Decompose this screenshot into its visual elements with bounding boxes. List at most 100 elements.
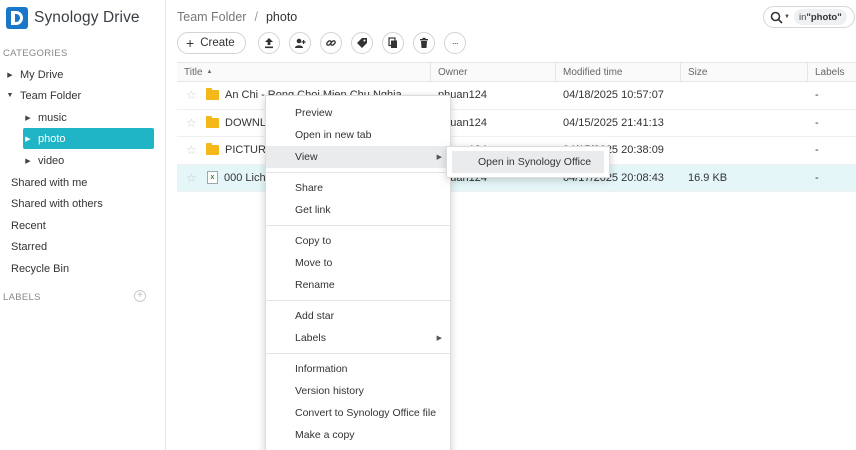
menu-item-convert-office[interactable]: Convert to Synology Office file — [266, 402, 450, 424]
caret-right-icon[interactable]: ▶ — [23, 114, 33, 122]
menu-item-view[interactable]: View ▶ — [266, 146, 450, 168]
menu-item-add-star[interactable]: Add star — [266, 305, 450, 327]
sidebar-item-label: Starred — [11, 240, 48, 253]
menu-item-move-to[interactable]: Move to — [266, 252, 450, 274]
sidebar-item-team-folder[interactable]: ▼ Team Folder — [5, 85, 155, 106]
sidebar-item-music[interactable]: ▶ music — [23, 107, 153, 128]
create-button[interactable]: + Create — [177, 32, 246, 54]
menu-divider — [266, 300, 450, 301]
menu-item-version-history[interactable]: Version history — [266, 380, 450, 402]
search-scope-prefix: in — [798, 11, 807, 23]
caret-right-icon[interactable]: ▶ — [5, 71, 15, 79]
menu-item-label: Labels — [295, 332, 326, 344]
link-button[interactable] — [319, 32, 342, 54]
folder-icon — [206, 88, 219, 101]
file-size — [681, 137, 808, 164]
sidebar-item-label: Shared with me — [11, 176, 88, 189]
menu-divider — [266, 172, 450, 173]
menu-item-get-link[interactable]: Get link — [266, 199, 450, 221]
context-menu: Preview Open in new tab View ▶ Share Get… — [265, 95, 451, 450]
file-modified: 04/18/2025 10:57:07 — [563, 89, 664, 102]
sidebar-item-label: Recent — [11, 219, 46, 232]
caret-down-icon[interactable]: ▼ — [5, 92, 15, 99]
breadcrumb-separator: / — [254, 10, 258, 24]
star-icon[interactable]: ☆ — [186, 143, 198, 157]
app-logo[interactable]: Synology Drive — [6, 6, 140, 30]
upload-button[interactable] — [257, 32, 280, 54]
more-button[interactable]: ··· — [443, 32, 466, 54]
add-user-icon — [294, 38, 306, 48]
categories-heading: CATEGORIES — [3, 48, 68, 59]
column-size[interactable]: Size — [681, 63, 808, 81]
menu-item-make-copy[interactable]: Make a copy — [266, 424, 450, 446]
copy-icon — [388, 37, 397, 48]
add-label-icon[interactable]: + — [134, 290, 146, 302]
sidebar-item-recent[interactable]: Recent — [11, 215, 151, 236]
file-labels: - — [815, 116, 819, 129]
sidebar-item-video[interactable]: ▶ video — [23, 150, 153, 171]
file-labels: - — [815, 171, 819, 184]
menu-item-label: View — [295, 151, 318, 163]
menu-item-rename[interactable]: Rename — [266, 274, 450, 296]
caret-right-icon[interactable]: ▶ — [23, 135, 33, 143]
search-dropdown-caret-icon[interactable]: ▼ — [784, 14, 790, 20]
file-size: 16.9 KB — [688, 171, 728, 184]
copy-button[interactable] — [381, 32, 404, 54]
caret-right-icon[interactable]: ▶ — [23, 157, 33, 165]
menu-item-share[interactable]: Share — [266, 177, 450, 199]
search-scope-value: "photo" — [806, 11, 842, 23]
menu-divider — [266, 353, 450, 354]
app-name: Synology Drive — [34, 9, 140, 26]
star-icon[interactable]: ☆ — [186, 171, 198, 185]
breadcrumb-team-folder[interactable]: Team Folder — [177, 10, 246, 24]
menu-item-open-new-tab[interactable]: Open in new tab — [266, 124, 450, 146]
sidebar-item-shared-with-others[interactable]: Shared with others — [11, 193, 151, 214]
column-labels[interactable]: Labels — [808, 63, 856, 81]
file-size — [681, 82, 808, 109]
sidebar-item-label: Shared with others — [11, 197, 103, 210]
folder-icon — [206, 115, 219, 128]
file-modified: 04/15/2025 21:41:13 — [563, 116, 664, 129]
submenu-arrow-icon: ▶ — [436, 154, 442, 161]
sidebar-item-starred[interactable]: Starred — [11, 236, 151, 257]
link-icon — [325, 40, 336, 46]
sidebar-item-label: photo — [38, 132, 66, 145]
create-button-label: Create — [200, 37, 235, 49]
column-modified-time[interactable]: Modified time — [556, 63, 681, 81]
sidebar-item-label: My Drive — [20, 68, 64, 81]
sidebar-item-label: Recycle Bin — [11, 262, 70, 275]
search-box[interactable]: ▼ in "photo" — [763, 6, 855, 28]
sort-ascending-icon: ▲ — [206, 69, 213, 75]
search-scope-chip[interactable]: in "photo" — [793, 9, 847, 25]
tag-icon — [356, 38, 367, 48]
file-title[interactable]: 000 Lich — [224, 172, 266, 184]
plus-icon: + — [186, 35, 195, 51]
more-icon: ··· — [451, 38, 459, 48]
file-labels: - — [815, 144, 819, 157]
share-user-button[interactable] — [288, 32, 311, 54]
sidebar-item-recycle-bin[interactable]: Recycle Bin — [11, 258, 151, 279]
upload-icon — [264, 38, 273, 49]
column-title[interactable]: Title ▲ — [177, 63, 431, 81]
column-owner[interactable]: Owner — [431, 63, 556, 81]
sidebar-item-my-drive[interactable]: ▶ My Drive — [5, 64, 155, 85]
menu-item-open-in-synology-office[interactable]: Open in Synology Office — [452, 151, 604, 173]
sidebar-item-photo[interactable]: ▶ photo — [23, 128, 154, 149]
breadcrumb: Team Folder / photo — [177, 10, 297, 24]
trash-icon — [419, 37, 428, 48]
label-button[interactable] — [350, 32, 373, 54]
sidebar-item-shared-with-me[interactable]: Shared with me — [11, 172, 151, 193]
sidebar-item-label: Team Folder — [20, 89, 82, 102]
star-icon[interactable]: ☆ — [186, 116, 198, 130]
submenu-arrow-icon: ▶ — [436, 335, 442, 342]
menu-item-information[interactable]: Information — [266, 358, 450, 380]
menu-item-labels[interactable]: Labels ▶ — [266, 327, 450, 349]
folder-icon — [206, 143, 219, 156]
menu-item-copy-to[interactable]: Copy to — [266, 230, 450, 252]
menu-divider — [266, 225, 450, 226]
delete-button[interactable] — [412, 32, 435, 54]
menu-item-preview[interactable]: Preview — [266, 102, 450, 124]
sidebar-item-label: music — [38, 111, 67, 124]
star-icon[interactable]: ☆ — [186, 88, 198, 102]
sidebar: Synology Drive CATEGORIES ▶ My Drive ▼ T… — [0, 0, 166, 450]
